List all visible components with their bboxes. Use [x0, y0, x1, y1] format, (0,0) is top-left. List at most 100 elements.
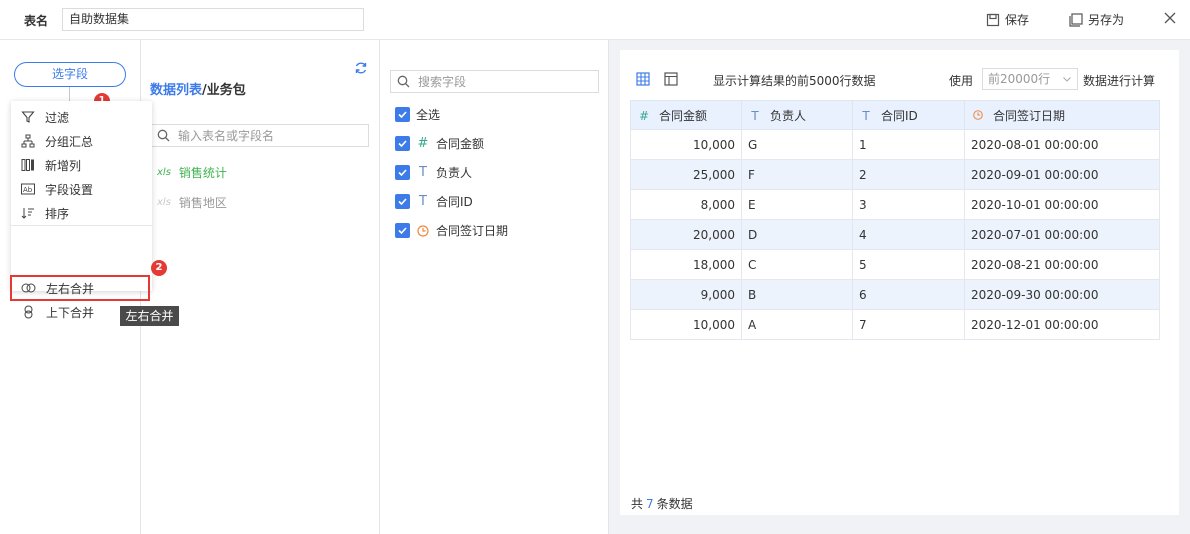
preview-card: 显示计算结果的前5000行数据 使用 前20000行 数据进行计算 # 合同金额 … — [620, 50, 1179, 515]
text-type-icon: T — [751, 108, 759, 123]
row-count-footer: 共 7 条数据 — [631, 495, 693, 512]
table-cell: 1 — [852, 129, 965, 160]
menu-item-label: 新增列 — [45, 158, 82, 173]
number-type-icon: # — [417, 136, 429, 151]
select-all-checkbox[interactable]: 全选 — [395, 106, 440, 123]
table-cell: 2020-07-01 00:00:00 — [964, 219, 1160, 250]
table-cell: 5 — [852, 249, 965, 280]
table-item-sales-region[interactable]: xls 销售地区 — [157, 194, 227, 211]
business-pack-tab[interactable]: /业务包 — [202, 83, 246, 98]
menu-item-filter[interactable]: 过滤 — [11, 105, 152, 129]
table-row: 10,000 A 7 2020-12-01 00:00:00 — [630, 309, 1160, 340]
svg-text:Ab: Ab — [23, 186, 33, 194]
table-name-input[interactable]: 自助数据集 — [62, 8, 364, 31]
menu-item-sort[interactable]: 排序 — [11, 201, 152, 225]
save-as-label: 另存为 — [1088, 13, 1125, 27]
layout-view-icon[interactable] — [664, 72, 678, 86]
select-field-button[interactable]: 选字段 — [14, 62, 126, 87]
table-cell: 18,000 — [630, 249, 742, 280]
table-cell: 9,000 — [630, 279, 742, 310]
menu-item-field-settings[interactable]: Ab 字段设置 — [11, 177, 152, 201]
table-row: 18,000 C 5 2020-08-21 00:00:00 — [630, 249, 1160, 280]
xls-icon: xls — [157, 197, 171, 208]
search-placeholder: 搜索字段 — [418, 75, 467, 89]
rows-select[interactable]: 前20000行 — [982, 68, 1078, 90]
field-item-label: 合同签订日期 — [436, 224, 509, 238]
table-cell: 7 — [852, 309, 965, 340]
table-cell: 2020-10-01 00:00:00 — [964, 189, 1160, 220]
compute-label: 数据进行计算 — [1083, 74, 1156, 88]
table-item-sales-stats[interactable]: xls 销售统计 — [157, 164, 227, 181]
number-type-icon: # — [638, 108, 650, 123]
column-header-label: 合同ID — [881, 108, 918, 123]
text-type-icon: T — [419, 165, 427, 180]
column-header[interactable]: # 合同金额 — [630, 100, 742, 130]
search-placeholder: 输入表名或字段名 — [178, 129, 275, 143]
table-header-row: # 合同金额 T 负责人 T 合同ID 合同签订日期 — [630, 100, 1160, 130]
data-list-tab[interactable]: 数据列表 — [150, 83, 202, 98]
row-count: 7 — [646, 497, 654, 511]
save-as-button[interactable]: 另存为 — [1069, 11, 1124, 28]
menu-item-group[interactable]: 分组汇总 — [11, 129, 152, 153]
menu-item-label: 上下合并 — [46, 305, 95, 320]
column-header-label: 负责人 — [770, 108, 807, 123]
table-cell: 2020-08-21 00:00:00 — [964, 249, 1160, 280]
menu-item-label: 排序 — [45, 206, 70, 221]
menu-item-merge-vertical[interactable]: 上下合并 — [11, 300, 116, 324]
column-header-label: 合同金额 — [659, 108, 708, 123]
menu-divider — [11, 225, 152, 226]
table-cell: 25,000 — [630, 159, 742, 190]
search-icon — [397, 75, 410, 88]
table-row: 8,000 E 3 2020-10-01 00:00:00 — [630, 189, 1160, 220]
data-list-title: 数据列表/业务包 — [150, 79, 246, 98]
table-cell: 10,000 — [630, 129, 742, 160]
field-item[interactable]: T 负责人 — [395, 164, 472, 181]
highlight-box-2 — [10, 275, 150, 301]
menu-item-label: 过滤 — [45, 110, 70, 125]
select-all-label: 全选 — [416, 108, 441, 122]
save-icon — [986, 13, 1000, 26]
column-header[interactable]: T 负责人 — [741, 100, 853, 130]
footer-suffix: 条数据 — [656, 497, 693, 511]
table-cell: 3 — [852, 189, 965, 220]
table-cell: 2020-09-30 00:00:00 — [964, 279, 1160, 310]
field-item-label: 合同金额 — [436, 137, 485, 151]
field-item[interactable]: # 合同金额 — [395, 135, 484, 152]
table-cell: 6 — [852, 279, 965, 310]
search-icon — [157, 129, 170, 142]
table-row: 10,000 G 1 2020-08-01 00:00:00 — [630, 129, 1160, 160]
table-cell: A — [741, 309, 853, 340]
table-view-icon[interactable] — [636, 72, 650, 86]
table-cell: 20,000 — [630, 219, 742, 250]
table-row: 20,000 D 4 2020-07-01 00:00:00 — [630, 219, 1160, 250]
table-search-input[interactable]: 输入表名或字段名 — [150, 124, 369, 147]
save-button[interactable]: 保存 — [986, 11, 1029, 28]
field-search-input[interactable]: 搜索字段 — [390, 70, 599, 93]
table-cell: F — [741, 159, 853, 190]
table-cell: 2020-08-01 00:00:00 — [964, 129, 1160, 160]
preview-panel: 显示计算结果的前5000行数据 使用 前20000行 数据进行计算 # 合同金额 … — [609, 40, 1190, 534]
add-column-icon — [21, 159, 34, 171]
field-item-label: 负责人 — [436, 166, 473, 180]
table-cell: D — [741, 219, 853, 250]
table-cell: 8,000 — [630, 189, 742, 220]
column-header[interactable]: T 合同ID — [852, 100, 965, 130]
field-item[interactable]: T 合同ID — [395, 193, 473, 210]
close-icon[interactable] — [1163, 11, 1177, 25]
text-type-icon: T — [862, 108, 870, 123]
menu-item-label: 分组汇总 — [45, 134, 94, 149]
menu-item-label: 字段设置 — [45, 182, 94, 197]
rows-select-value: 前20000行 — [988, 72, 1051, 86]
column-header[interactable]: 合同签订日期 — [964, 100, 1160, 130]
date-type-icon — [417, 224, 429, 237]
menu-item-add-column[interactable]: 新增列 — [11, 153, 152, 177]
merge-vertical-icon — [24, 305, 33, 319]
table-cell: E — [741, 189, 853, 220]
refresh-icon[interactable] — [354, 61, 368, 75]
checkbox-checked-icon — [395, 223, 410, 238]
field-item[interactable]: 合同签订日期 — [395, 222, 508, 239]
checkbox-checked-icon — [395, 165, 410, 180]
checkbox-checked-icon — [395, 136, 410, 151]
preview-info-text: 显示计算结果的前5000行数据 — [713, 74, 876, 88]
table-cell: 2 — [852, 159, 965, 190]
